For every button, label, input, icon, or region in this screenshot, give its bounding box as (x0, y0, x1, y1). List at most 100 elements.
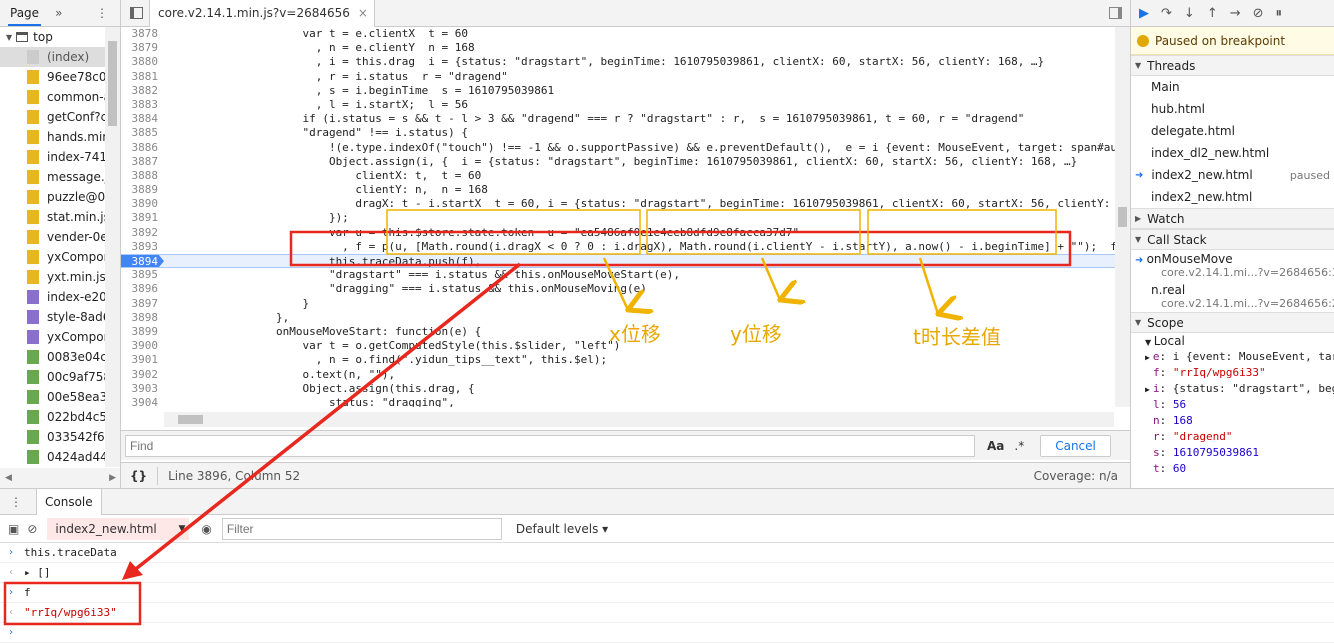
file-item[interactable]: common-a (0, 87, 120, 107)
thread-item[interactable]: delegate.html (1131, 120, 1334, 142)
line-number[interactable]: 3893 (121, 240, 164, 254)
sidebar-toggle-icon[interactable]: ▣ (8, 522, 19, 536)
toggle-debugger-icon[interactable] (1109, 7, 1122, 19)
thread-item[interactable]: hub.html (1131, 98, 1334, 120)
file-item[interactable]: yxCompor (0, 247, 120, 267)
code-line[interactable]: 3881 , r = i.status r = "dragend" (121, 70, 1130, 84)
scrollbar-thumb[interactable] (108, 41, 117, 126)
line-number[interactable]: 3878 (121, 27, 164, 41)
thread-item[interactable]: Main (1131, 76, 1334, 98)
line-number[interactable]: 3895 (121, 268, 164, 282)
editor-hscrollbar[interactable] (164, 412, 1114, 427)
code-line[interactable]: 3888 clientX: t, t = 60 (121, 169, 1130, 183)
code-line[interactable]: 3889 clientY: n, n = 168 (121, 183, 1130, 197)
file-item[interactable]: 96ee78c0c (0, 67, 120, 87)
file-item[interactable]: puzzle@00 (0, 187, 120, 207)
find-input[interactable] (125, 434, 975, 457)
line-number[interactable]: 3882 (121, 84, 164, 98)
code-line[interactable]: 3902 o.text(n, ""), (121, 368, 1130, 382)
step-icon[interactable]: → (1230, 6, 1241, 21)
callstack-frame[interactable]: n.real core.v2.14.1.mi...?v=2684656:256 (1131, 281, 1334, 312)
line-number[interactable]: 3898 (121, 311, 164, 325)
thread-item[interactable]: index_dl2_new.html (1131, 142, 1334, 164)
line-number[interactable]: 3885 (121, 126, 164, 140)
code-line[interactable]: 3897 } (121, 297, 1130, 311)
cancel-button[interactable]: Cancel (1040, 434, 1111, 457)
file-item[interactable]: 033542f63 (0, 427, 120, 447)
code-line[interactable]: 3884 if (i.status = s && t - l > 3 && "d… (121, 112, 1130, 126)
file-item[interactable]: 0424ad44 (0, 447, 120, 467)
step-into-icon[interactable]: ↓ (1184, 6, 1195, 21)
code-line[interactable]: 3904 status: "dragging", (121, 396, 1130, 407)
deactivate-breakpoints-icon[interactable]: ⊘ (1253, 6, 1264, 21)
code-line[interactable]: 3896 "dragging" === i.status && this.onM… (121, 282, 1130, 296)
expand-triangle-icon[interactable]: ▶ (1145, 385, 1150, 394)
line-number[interactable]: 3902 (121, 368, 164, 382)
match-case-button[interactable]: Aa (987, 439, 1004, 453)
code-line[interactable]: 3890 dragX: t - i.startX t = 60, i = {st… (121, 197, 1131, 211)
step-out-icon[interactable]: ↑ (1207, 6, 1218, 21)
line-number[interactable]: 3899 (121, 325, 164, 339)
line-number[interactable]: 3891 (121, 211, 164, 225)
thread-item[interactable]: index2_new.html (1131, 186, 1334, 208)
line-number[interactable]: 3897 (121, 297, 164, 311)
line-number[interactable]: 3903 (121, 382, 164, 396)
breakpoint-line[interactable]: 3894 this.traceData.push(f), (121, 254, 1130, 269)
tab-page[interactable]: Page (8, 1, 42, 26)
frame-location[interactable]: core.v2.14.1.mi...?v=2684656:3894 (1135, 266, 1334, 279)
line-number[interactable]: 3888 (121, 169, 164, 183)
line-number[interactable]: 3889 (121, 183, 164, 197)
thread-item[interactable]: ➜ index2_new.html paused (1131, 164, 1334, 186)
code-line[interactable]: 3893 , f = p(u, [Math.round(i.dragX < 0 … (121, 240, 1131, 254)
scrollbar-thumb[interactable] (178, 415, 203, 424)
line-number[interactable]: 3904 (121, 396, 164, 407)
file-item[interactable]: yxt.min.js? (0, 267, 120, 287)
tab-console[interactable]: Console (36, 488, 102, 515)
coverage-status[interactable]: Coverage: n/a (1034, 469, 1118, 483)
threads-section-header[interactable]: ▼ Threads (1131, 55, 1334, 76)
live-expression-eye-icon[interactable]: ◉ (201, 522, 211, 536)
scroll-right-icon[interactable]: ▶ (109, 473, 116, 483)
file-item[interactable]: vender-0e (0, 227, 120, 247)
pause-on-exceptions-icon[interactable]: ⏸ (1276, 6, 1283, 21)
line-number[interactable]: 3892 (121, 226, 164, 240)
scope-variable[interactable]: s: 1610795039861 (1131, 445, 1334, 461)
code-line[interactable]: 3878 var t = e.clientX t = 60 (121, 27, 1130, 41)
expand-triangle-icon[interactable]: ▼ (6, 33, 12, 42)
scrollbar-thumb[interactable] (1118, 207, 1127, 227)
frame-location[interactable]: core.v2.14.1.mi...?v=2684656:256 (1151, 297, 1334, 310)
scope-variable[interactable]: r: "dragend" (1131, 429, 1334, 445)
log-levels-dropdown[interactable]: Default levels ▾ (516, 522, 608, 536)
scope-variable[interactable]: ▶ i: {status: "dragstart", beg (1131, 381, 1334, 397)
file-item[interactable]: stat.min.js (0, 207, 120, 227)
file-item[interactable]: 00c9af758 (0, 367, 120, 387)
file-tab[interactable]: core.v2.14.1.min.js?v=2684656 × (149, 0, 375, 27)
toggle-navigator-icon[interactable] (130, 7, 143, 19)
line-number[interactable]: 3881 (121, 70, 164, 84)
code-line[interactable]: 3886 !(e.type.indexOf("touch") !== -1 &&… (121, 141, 1131, 155)
resume-icon[interactable]: ▶︎ (1139, 6, 1149, 21)
scroll-left-icon[interactable]: ◀ (5, 473, 12, 483)
code-area[interactable]: 3878 var t = e.clientX t = 60 3879 , n = … (121, 27, 1130, 407)
local-scope-header[interactable]: ▼ Local (1131, 333, 1334, 349)
code-line[interactable]: 3895 "dragstart" === i.status && this.on… (121, 268, 1130, 282)
editor-vscrollbar[interactable] (1115, 27, 1130, 407)
file-item[interactable]: 00e58ea33 (0, 387, 120, 407)
code-line[interactable]: 3882 , s = i.beginTime s = 1610795039861 (121, 84, 1130, 98)
file-item[interactable]: index-741 (0, 147, 120, 167)
more-tabs-icon[interactable]: » (55, 6, 62, 20)
navigator-hscroll[interactable]: ◀ ▶ (0, 468, 120, 488)
line-number[interactable]: 3896 (121, 282, 164, 296)
line-number[interactable]: 3887 (121, 155, 164, 169)
code-line[interactable]: 3891 }); (121, 211, 1130, 225)
file-item[interactable]: getConf?c (0, 107, 120, 127)
callstack-section-header[interactable]: ▼ Call Stack (1131, 229, 1334, 250)
code-line[interactable]: 3883 , l = i.startX; l = 56 (121, 98, 1130, 112)
watch-section-header[interactable]: ▶ Watch (1131, 208, 1334, 229)
line-number[interactable]: 3883 (121, 98, 164, 112)
kebab-menu-icon[interactable]: ⋮ (96, 6, 108, 20)
pretty-print-icon[interactable]: {} (130, 469, 147, 483)
scope-variable[interactable]: f: "rrIq/wpg6i33" (1131, 365, 1334, 381)
line-number[interactable]: 3901 (121, 353, 164, 367)
callstack-frame[interactable]: ➜ onMouseMove core.v2.14.1.mi...?v=268465… (1131, 250, 1334, 281)
